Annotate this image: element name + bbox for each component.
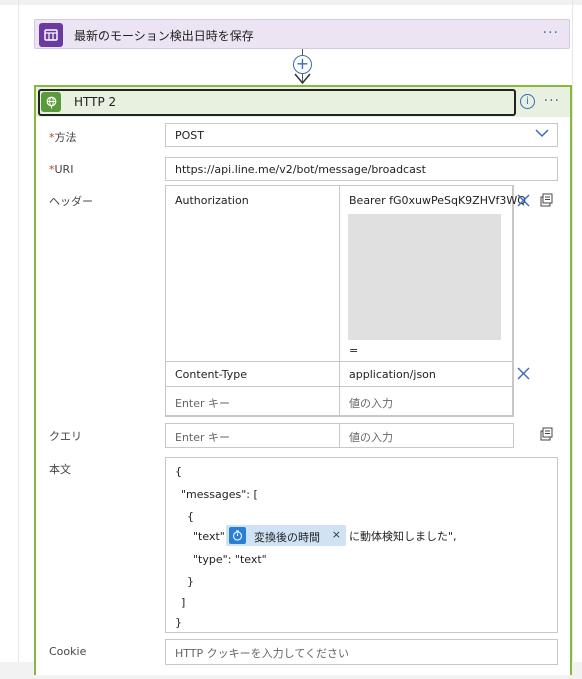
more-options-icon[interactable]: ···	[544, 93, 560, 109]
uri-input[interactable]: https://api.line.me/v2/bot/message/broad…	[165, 157, 558, 181]
canvas-left-border	[18, 0, 19, 662]
remove-header-icon[interactable]	[517, 367, 530, 380]
http-title: HTTP 2	[74, 95, 117, 109]
header-value-input[interactable]: 値の入力	[339, 386, 514, 417]
headers-label: ヘッダー	[49, 195, 93, 208]
uri-label: *URI	[49, 163, 74, 176]
queries-label: クエリ	[49, 430, 82, 443]
cookie-label: Cookie	[49, 645, 87, 658]
header-value-content-type[interactable]: application/json	[339, 361, 514, 387]
switch-to-text-mode-icon[interactable]	[539, 193, 553, 207]
action-title: 最新のモーション検出日時を保存	[74, 29, 254, 43]
more-options-icon[interactable]: ···	[543, 25, 559, 41]
uri-value: https://api.line.me/v2/bot/message/broad…	[175, 163, 426, 176]
method-label: *方法	[49, 131, 77, 144]
header-key-content-type[interactable]: Content-Type	[165, 361, 340, 387]
header-key-authorization[interactable]: Authorization	[165, 185, 340, 362]
redacted-token-block	[348, 214, 501, 340]
token-label: 変換後の時間	[254, 531, 320, 544]
query-key-input[interactable]: Enter キー	[165, 423, 340, 448]
method-select[interactable]: POST	[165, 123, 558, 147]
variable-icon	[39, 23, 63, 47]
dynamic-content-token[interactable]: 変換後の時間 ×	[226, 525, 346, 546]
header-value-authorization[interactable]: Bearer fG0xuwPeSqK9ZHVf3WQ =	[339, 185, 526, 362]
add-step-icon[interactable]: +	[293, 55, 312, 74]
header-key-input[interactable]: Enter キー	[165, 386, 340, 417]
remove-header-icon[interactable]	[517, 194, 530, 207]
http-action-card: HTTP 2 i ··· *方法 POST *URI https://api.l…	[34, 85, 572, 675]
headers-table: Authorization Bearer fG0xuwPeSqK9ZHVf3WQ…	[165, 185, 526, 417]
canvas-right-border	[572, 0, 573, 662]
arrow-down-icon	[294, 73, 311, 85]
timer-icon	[229, 527, 246, 544]
http-card-header[interactable]: HTTP 2 i ···	[36, 87, 570, 117]
chevron-down-icon	[535, 129, 549, 138]
body-editor[interactable]: { "messages": [ { "text": " 変換後の時間 × に動体…	[165, 457, 558, 633]
cookie-input[interactable]: HTTP クッキーを入力してください	[165, 639, 558, 665]
switch-to-text-mode-icon[interactable]	[539, 427, 553, 441]
save-motion-time-action[interactable]: 最新のモーション検出日時を保存 ···	[34, 19, 570, 49]
query-value-input[interactable]: 値の入力	[339, 423, 514, 448]
body-label: 本文	[49, 463, 71, 476]
remove-token-icon[interactable]: ×	[332, 528, 341, 541]
info-icon[interactable]: i	[520, 94, 535, 109]
method-value: POST	[175, 129, 204, 142]
globe-icon	[41, 92, 61, 112]
